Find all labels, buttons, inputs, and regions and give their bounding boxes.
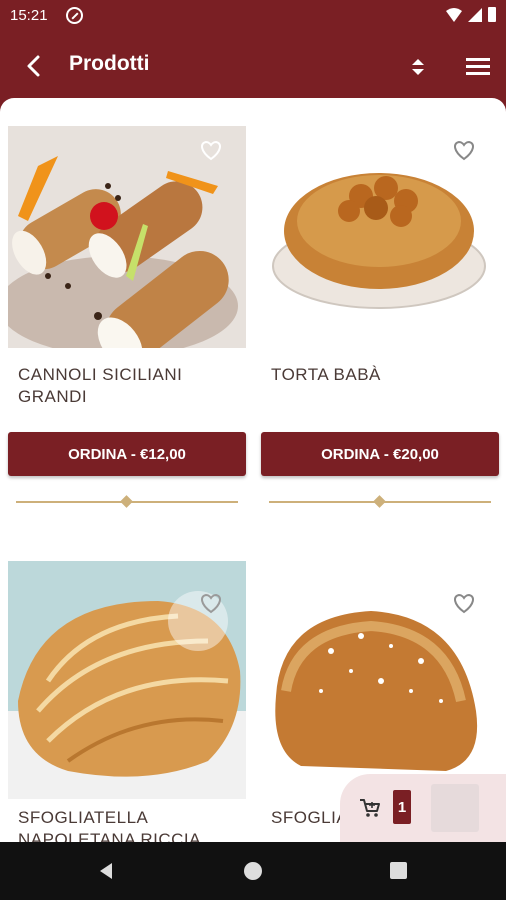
product-image[interactable]	[8, 561, 246, 799]
cart-panel[interactable]: 1	[340, 774, 506, 842]
product-card: CANNOLI SICILIANI GRANDI ORDINA - €12,00	[8, 126, 246, 526]
heart-icon[interactable]	[451, 591, 477, 615]
nav-back-icon[interactable]	[96, 861, 116, 881]
cart-count-badge: 1	[393, 790, 411, 824]
menu-icon[interactable]	[464, 54, 492, 80]
signal-icon	[468, 7, 482, 22]
heart-icon[interactable]	[198, 138, 224, 162]
divider	[16, 495, 238, 508]
wifi-icon	[446, 7, 462, 22]
order-button[interactable]: ORDINA - €12,00	[8, 432, 246, 476]
system-nav-bar	[0, 842, 506, 900]
status-icons	[446, 7, 496, 22]
back-arrow-icon[interactable]	[20, 52, 48, 80]
nav-recents-icon[interactable]	[390, 862, 407, 879]
product-card: SFOGLIATELLA NAPOLETANA RICCIA	[8, 561, 246, 842]
app-bar: Prodotti	[0, 32, 506, 98]
status-time: 15:21	[10, 7, 48, 24]
notification-icon	[66, 7, 83, 24]
heart-icon[interactable]	[451, 138, 477, 162]
product-card: TORTA BABÀ ORDINA - €20,00	[261, 126, 499, 526]
cart-checkout-placeholder[interactable]	[431, 784, 479, 832]
product-list: CANNOLI SICILIANI GRANDI ORDINA - €12,00	[0, 98, 506, 842]
battery-icon	[488, 7, 496, 22]
product-name: SFOGLIATELLA NAPOLETANA RICCIA	[18, 808, 201, 842]
product-image[interactable]	[261, 126, 499, 348]
status-bar: 15:21	[0, 0, 506, 32]
divider	[269, 495, 491, 508]
heart-icon[interactable]	[198, 591, 224, 615]
nav-home-icon[interactable]	[244, 862, 262, 880]
sort-icon[interactable]	[405, 54, 431, 80]
product-image[interactable]	[8, 126, 246, 348]
cart-icon[interactable]	[358, 796, 382, 820]
product-name: TORTA BABÀ	[271, 365, 381, 384]
page-title: Prodotti	[69, 52, 150, 75]
product-image[interactable]	[261, 561, 499, 799]
order-button[interactable]: ORDINA - €20,00	[261, 432, 499, 476]
product-name: CANNOLI SICILIANI GRANDI	[18, 365, 183, 406]
